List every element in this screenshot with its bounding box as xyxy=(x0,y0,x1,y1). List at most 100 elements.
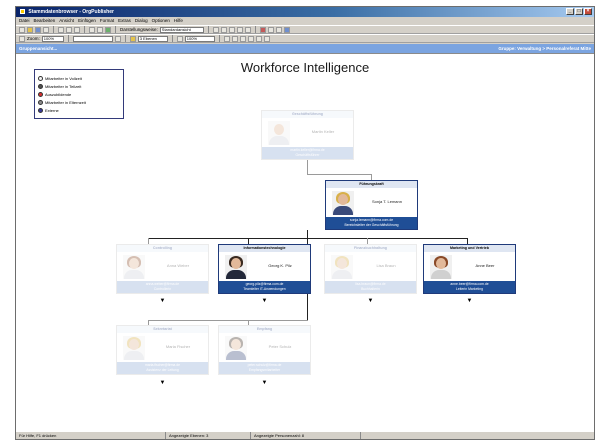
save-icon[interactable] xyxy=(35,26,41,33)
org-card-l3b[interactable]: Informationstechnologie Georg K. Pilz ge… xyxy=(218,244,311,294)
open-icon[interactable] xyxy=(27,26,33,33)
org-card-l3d[interactable]: Marketing und Vertrieb Anne Beer anne.be… xyxy=(423,244,516,294)
person-photo xyxy=(331,255,353,279)
box-icon[interactable] xyxy=(231,35,238,42)
delete-icon[interactable] xyxy=(259,26,266,33)
redo-icon[interactable] xyxy=(97,26,103,33)
org-card-l4a[interactable]: Sekretariat Maria Fischer maria.fischer@… xyxy=(116,325,209,375)
bold-icon[interactable] xyxy=(236,26,243,33)
card-person-name: Martin Keller xyxy=(311,129,335,134)
expand-icon[interactable]: ▼ xyxy=(159,298,166,305)
level-select[interactable]: 3 Ebenen xyxy=(137,35,168,42)
expand-icon[interactable]: ▼ xyxy=(367,298,374,305)
status-bar: Für Hilfe, F1 drücken Angezeigte Ebenen:… xyxy=(16,431,594,439)
italic-icon[interactable] xyxy=(244,26,251,33)
legend-symbol-icon xyxy=(38,107,43,113)
legend-item: Mitarbeiter in Vollzeit xyxy=(38,74,120,82)
person-photo xyxy=(225,255,247,279)
menu-view[interactable]: Ansicht xyxy=(59,17,74,25)
card-role: Teamleiter IT-Anwendungen xyxy=(243,287,286,291)
person-photo xyxy=(430,255,452,279)
group-path: Gruppe: Verwaltung > Personalreferat Mit… xyxy=(498,46,591,51)
card-footer: peter.schulz@firma.de Empfangsmitarbeite… xyxy=(219,362,310,374)
expand-icon[interactable]: ▼ xyxy=(466,298,473,305)
card-department: Controlling xyxy=(117,245,208,252)
card-role: Leiterin Marketing xyxy=(456,287,483,291)
menu-bar: Datei Bearbeiten Ansicht Einfügen Format… xyxy=(16,17,594,25)
card-person-name: Georg K. Pilz xyxy=(268,263,292,268)
align-center-icon[interactable] xyxy=(220,26,227,33)
group-view-label[interactable]: Gruppenansicht... xyxy=(19,46,57,51)
card-person-name: Peter Schulz xyxy=(268,344,292,349)
align-left-icon[interactable] xyxy=(212,26,219,33)
font-select[interactable] xyxy=(72,35,113,42)
copy-icon[interactable] xyxy=(66,26,72,33)
toolbar-separator xyxy=(67,35,69,42)
card-department: Empfang xyxy=(219,326,310,333)
card-person-name: Sonja T. Lemann xyxy=(372,199,402,204)
expand-icon[interactable]: ▼ xyxy=(159,380,166,387)
menu-tools[interactable]: Extras xyxy=(118,17,131,25)
application-window: Stammdatenbrowser - OrgPublisher _ □ × D… xyxy=(15,6,595,440)
org-card-leader[interactable]: Führungskraft Sonja T. Lemann sonja.lema… xyxy=(325,180,418,230)
zoom-icon[interactable] xyxy=(19,35,25,42)
org-card-l3a[interactable]: Controlling Anna Weber anna.weber@firma.… xyxy=(116,244,209,294)
align-right-icon[interactable] xyxy=(228,26,235,33)
frame-icon[interactable] xyxy=(176,35,183,42)
card-department: Marketing und Vertrieb xyxy=(424,245,515,252)
status-spare xyxy=(361,432,594,439)
menu-options[interactable]: Optionen xyxy=(152,17,170,25)
legend-label: Auszubildende xyxy=(45,91,72,97)
border-icon[interactable] xyxy=(247,35,254,42)
menu-edit[interactable]: Bearbeiten xyxy=(34,17,56,25)
legend-symbol-icon xyxy=(38,83,43,89)
cut-icon[interactable] xyxy=(58,26,64,33)
card-role: Buchhalterin xyxy=(361,287,380,291)
expand-icon[interactable]: ▼ xyxy=(261,380,268,387)
line-icon[interactable] xyxy=(223,35,230,42)
refresh-icon[interactable] xyxy=(105,26,111,33)
org-card-top[interactable]: Geschäftsführung Martin Keller martin.ke… xyxy=(261,110,354,160)
zoom-select[interactable]: 100% xyxy=(41,35,64,42)
org-card-l3c[interactable]: Finanzbuchhaltung Lisa Braun lisa.braun@… xyxy=(324,244,417,294)
level-icon[interactable] xyxy=(129,35,136,42)
font-size-icon[interactable] xyxy=(114,35,121,42)
menu-insert[interactable]: Einfügen xyxy=(78,17,96,25)
person-photo xyxy=(123,255,145,279)
connector-line xyxy=(307,174,372,175)
card-role: Empfangsmitarbeiter xyxy=(248,368,281,372)
minimize-button[interactable]: _ xyxy=(566,8,574,15)
menu-format[interactable]: Format xyxy=(100,17,114,25)
shadow-icon[interactable] xyxy=(255,35,262,42)
toolbar-separator xyxy=(53,26,54,33)
legend-label: Externe xyxy=(45,107,59,113)
new-icon[interactable] xyxy=(19,26,25,33)
org-card-l4b[interactable]: Empfang Peter Schulz peter.schulz@firma.… xyxy=(218,325,311,375)
close-button[interactable]: × xyxy=(584,8,592,15)
card-person-name: Maria Fischer xyxy=(165,344,191,349)
find-icon[interactable] xyxy=(267,26,274,33)
print-icon[interactable] xyxy=(43,26,49,33)
color-icon[interactable] xyxy=(239,35,246,42)
menu-help[interactable]: Hilfe xyxy=(174,17,183,25)
paste-icon[interactable] xyxy=(74,26,80,33)
card-role: Bereichsleiter der Geschäftsführung xyxy=(344,223,399,227)
undo-icon[interactable] xyxy=(89,26,95,33)
toolbar-separator xyxy=(84,26,85,33)
person-photo xyxy=(123,336,145,360)
chart-icon[interactable] xyxy=(283,26,290,33)
maximize-button[interactable]: □ xyxy=(575,8,583,15)
org-chart-canvas[interactable]: Workforce Intelligence Mitarbeiter in Vo… xyxy=(16,53,594,431)
expand-icon[interactable]: ▼ xyxy=(261,298,268,305)
menu-file[interactable]: Datei xyxy=(19,17,30,25)
picture-icon[interactable] xyxy=(263,35,270,42)
layout-select[interactable]: Standardansicht xyxy=(159,26,204,33)
legend: Mitarbeiter in Vollzeit Mitarbeiter in T… xyxy=(34,69,124,119)
format-toolbar: Zoom: 100% 3 Ebenen 100% xyxy=(16,34,594,43)
card-footer: maria.fischer@firma.de Assistenz der Lei… xyxy=(117,362,208,374)
menu-dialog[interactable]: Dialog xyxy=(135,17,148,25)
card-footer: georg.pilz@firma.com.de Teamleiter IT-An… xyxy=(219,281,310,293)
percent-select[interactable]: 100% xyxy=(184,35,215,42)
toolbar-separator xyxy=(171,35,173,42)
filter-icon[interactable] xyxy=(275,26,282,33)
